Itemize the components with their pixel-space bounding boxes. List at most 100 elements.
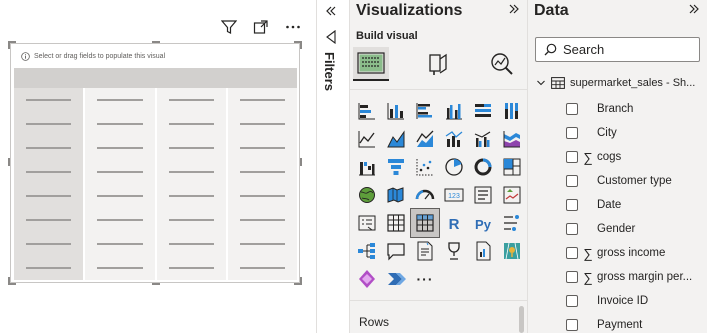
field-item[interactable]: Payment [566, 317, 642, 333]
collapse-data-icon[interactable] [687, 2, 701, 21]
field-item[interactable]: Invoice ID [566, 293, 648, 309]
resize-handle[interactable] [152, 283, 160, 285]
azure-map-icon[interactable] [498, 237, 526, 265]
scatter-chart-icon[interactable] [411, 153, 439, 181]
resize-handle[interactable] [8, 41, 10, 49]
map-icon[interactable] [353, 181, 381, 209]
field-checkbox[interactable] [566, 271, 578, 283]
decomposition-tree-icon[interactable] [353, 237, 381, 265]
field-item[interactable]: ∑ cogs [566, 149, 621, 165]
table-icon[interactable] [382, 209, 410, 237]
100-stacked-column-chart-icon[interactable] [498, 97, 526, 125]
collapse-visualizations-icon[interactable] [507, 2, 521, 21]
q-and-a-icon[interactable] [382, 237, 410, 265]
field-checkbox[interactable] [566, 127, 578, 139]
resize-handle[interactable] [300, 158, 302, 166]
more-options-icon[interactable] [284, 18, 302, 36]
field-checkbox[interactable] [566, 103, 578, 115]
field-checkbox[interactable] [566, 295, 578, 307]
clustered-bar-chart-icon[interactable] [411, 97, 439, 125]
analytics-tab[interactable] [484, 47, 520, 81]
field-label: gross income [597, 247, 666, 259]
rows-label: Rows [359, 315, 390, 329]
filters-pane[interactable]: Filters [317, 0, 349, 333]
expand-filters-icon[interactable] [324, 4, 338, 18]
format-visual-icon [429, 53, 447, 75]
table-node[interactable]: supermarket_sales - Sh... [536, 77, 695, 89]
field-checkbox[interactable] [566, 247, 578, 259]
power-automate-icon[interactable] [382, 265, 410, 293]
field-item[interactable]: Date [566, 197, 621, 213]
r-visual-icon[interactable]: R [440, 209, 468, 237]
funnel-chart-icon[interactable] [382, 153, 410, 181]
field-item[interactable]: Customer type [566, 173, 672, 189]
paginated-report-icon[interactable] [469, 237, 497, 265]
stacked-bar-chart-icon[interactable] [353, 97, 381, 125]
field-checkbox[interactable] [566, 223, 578, 235]
skeleton-line [26, 219, 72, 221]
field-checkbox[interactable] [566, 319, 578, 331]
skeleton-line [26, 123, 72, 125]
format-visual-tab[interactable] [420, 47, 456, 81]
search-icon [544, 43, 557, 56]
build-visual-tab[interactable] [353, 47, 389, 81]
chevron-down-icon[interactable] [536, 78, 546, 88]
pie-chart-icon[interactable] [440, 153, 468, 181]
stacked-area-chart-icon[interactable] [411, 125, 439, 153]
field-checkbox[interactable] [566, 175, 578, 187]
skeleton-line [168, 267, 214, 269]
clustered-column-chart-icon[interactable] [440, 97, 468, 125]
resize-handle[interactable] [152, 41, 160, 43]
gauge-icon[interactable] [411, 181, 439, 209]
line-and-stacked-column-chart-icon[interactable] [440, 125, 468, 153]
skeleton-line [26, 267, 72, 269]
skeleton-line [97, 219, 143, 221]
donut-chart-icon[interactable] [469, 153, 497, 181]
sigma-icon: ∑ [583, 269, 593, 285]
multi-row-card-icon[interactable] [469, 181, 497, 209]
field-item[interactable]: Branch [566, 101, 633, 117]
focus-mode-icon[interactable] [252, 18, 270, 36]
key-influencers-icon[interactable] [498, 209, 526, 237]
matrix-icon[interactable] [410, 208, 440, 238]
resize-handle[interactable] [300, 41, 302, 49]
more-visuals-icon[interactable]: ··· [411, 265, 439, 293]
card-icon[interactable]: 123 [440, 181, 468, 209]
search-input[interactable] [563, 42, 683, 57]
smart-narrative-icon[interactable] [411, 237, 439, 265]
resize-handle[interactable] [8, 158, 10, 166]
line-and-clustered-column-chart-icon[interactable] [469, 125, 497, 153]
field-checkbox[interactable] [566, 199, 578, 211]
skeleton-line [168, 123, 214, 125]
goals-icon[interactable] [440, 237, 468, 265]
slicer-icon[interactable] [353, 209, 381, 237]
filters-label[interactable]: Filters [322, 52, 337, 91]
field-item[interactable]: City [566, 125, 617, 141]
ribbon-chart-icon[interactable] [498, 125, 526, 153]
stacked-column-chart-icon[interactable] [382, 97, 410, 125]
field-checkbox[interactable] [566, 151, 578, 163]
skeleton-line [168, 195, 214, 197]
table-name: supermarket_sales - Sh... [570, 77, 696, 89]
line-chart-icon[interactable] [353, 125, 381, 153]
sigma-icon: ∑ [583, 149, 593, 165]
100-stacked-bar-chart-icon[interactable] [469, 97, 497, 125]
resize-handle[interactable] [8, 277, 10, 285]
rows-well[interactable]: Rows [350, 300, 527, 333]
field-item[interactable]: Gender [566, 221, 635, 237]
filter-icon[interactable] [220, 18, 238, 36]
kpi-icon[interactable] [498, 181, 526, 209]
field-item[interactable]: ∑ gross margin per... [566, 269, 692, 285]
area-chart-icon[interactable] [382, 125, 410, 153]
waterfall-chart-icon[interactable] [353, 153, 381, 181]
matrix-visual[interactable]: Select or drag fields to populate this v… [8, 41, 302, 285]
field-item[interactable]: ∑ gross income [566, 245, 665, 261]
filled-map-icon[interactable] [382, 181, 410, 209]
treemap-icon[interactable] [498, 153, 526, 181]
visualizations-scrollbar[interactable] [519, 306, 524, 333]
python-visual-icon[interactable]: Py [469, 209, 497, 237]
filter-funnel-icon [326, 30, 336, 44]
resize-handle[interactable] [300, 277, 302, 285]
data-search-box[interactable] [535, 37, 700, 62]
power-apps-icon[interactable] [353, 265, 381, 293]
